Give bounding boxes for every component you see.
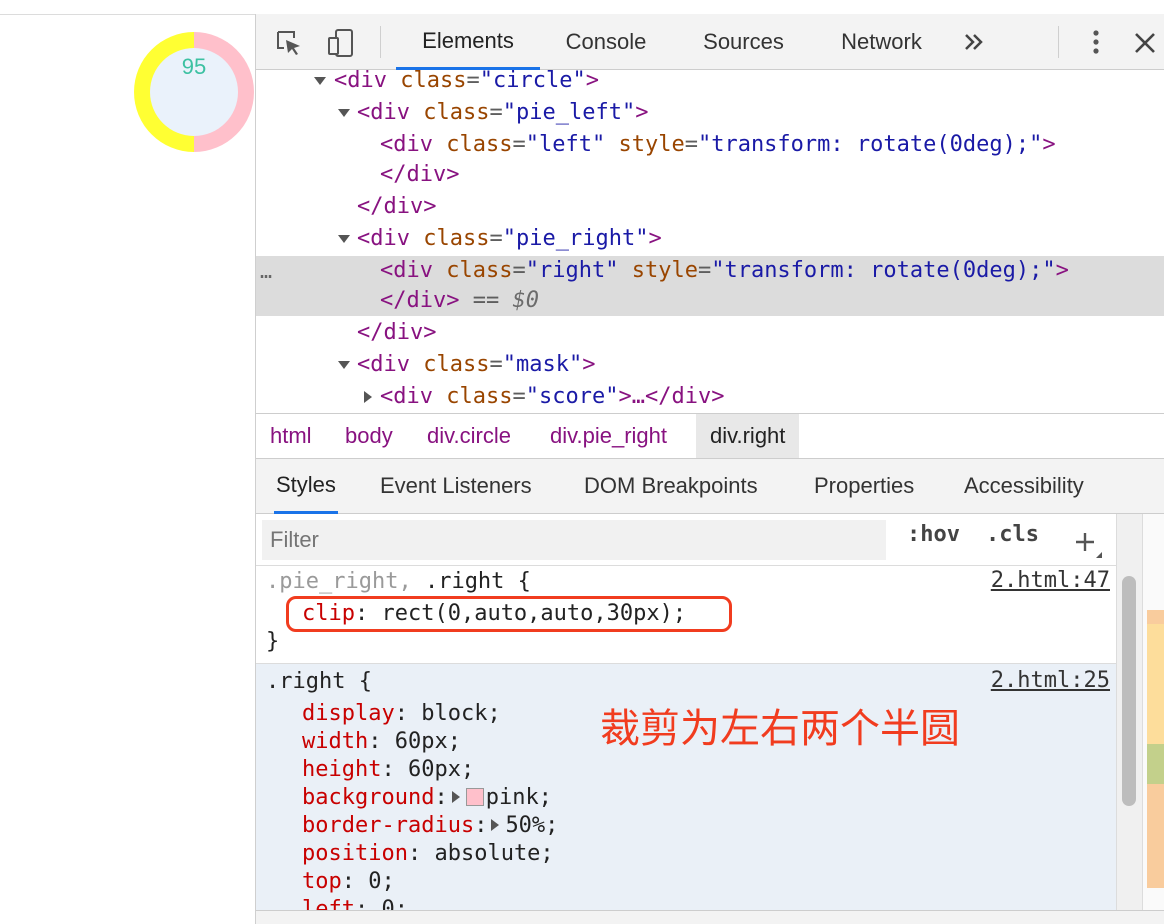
padding-box-edge bbox=[1147, 744, 1164, 784]
scrollbar-thumb[interactable] bbox=[1122, 576, 1136, 806]
cls-toggle-button[interactable]: .cls bbox=[986, 522, 1039, 547]
preview-top-divider bbox=[0, 14, 255, 15]
margin-box-edge bbox=[1147, 610, 1164, 624]
filter-toolbar: :hov .cls bbox=[256, 514, 1116, 566]
close-icon[interactable] bbox=[1130, 28, 1160, 58]
tree-node-left[interactable]: <div class="left" style="transform: rota… bbox=[256, 130, 1164, 160]
border-box-edge bbox=[1147, 624, 1164, 744]
breadcrumb-body[interactable]: body bbox=[345, 414, 393, 458]
rule-source-link[interactable]: 2.html:47 bbox=[991, 568, 1110, 593]
pie-mask: 95 bbox=[150, 48, 238, 136]
declaration-height[interactable]: height: 60px; bbox=[302, 756, 474, 784]
expanded-arrow-icon[interactable] bbox=[336, 231, 352, 247]
rule-close-brace: } bbox=[266, 629, 280, 654]
dom-tree[interactable]: <div class="circle"> <div class="pie_lef… bbox=[256, 70, 1164, 413]
tree-close-tag[interactable]: </div> bbox=[256, 318, 1164, 348]
styles-scrollbar[interactable] bbox=[1116, 514, 1142, 924]
tree-node-right-selected[interactable]: … <div class="right" style="transform: r… bbox=[256, 256, 1164, 316]
tab-styles[interactable]: Styles bbox=[274, 459, 338, 514]
tab-dom-breakpoints[interactable]: DOM Breakpoints bbox=[584, 459, 758, 514]
breadcrumb: html body div.circle div.pie_right div.r… bbox=[256, 413, 1164, 459]
rule-selector[interactable]: .right { bbox=[266, 668, 372, 696]
page-preview: 95 bbox=[0, 0, 255, 924]
collapsed-arrow-icon[interactable] bbox=[360, 389, 376, 405]
declaration-background[interactable]: background: pink; bbox=[302, 784, 552, 812]
tree-node-pie-left[interactable]: <div class="pie_left"> bbox=[256, 98, 1164, 128]
breadcrumb-div-pie-right[interactable]: div.pie_right bbox=[550, 414, 667, 458]
style-rule-pie-right-clip: .pie_right, .right { 2.html:47 clip: rec… bbox=[256, 566, 1116, 664]
tree-close-tag[interactable]: </div> bbox=[256, 160, 1164, 190]
sidebar-tabs: Styles Event Listeners DOM Breakpoints P… bbox=[256, 459, 1164, 514]
device-toolbar-icon[interactable] bbox=[326, 28, 356, 58]
rule-selector[interactable]: .pie_right, .right { bbox=[266, 568, 531, 596]
computed-panel-edge bbox=[1142, 514, 1164, 924]
tab-event-listeners[interactable]: Event Listeners bbox=[380, 459, 532, 514]
tree-node-circle[interactable]: <div class="circle"> bbox=[256, 70, 1164, 96]
hov-toggle-button[interactable]: :hov bbox=[907, 522, 960, 547]
rule-source-link[interactable]: 2.html:25 bbox=[991, 668, 1110, 693]
breadcrumb-div-right[interactable]: div.right bbox=[696, 414, 800, 458]
expand-shorthand-icon[interactable] bbox=[451, 791, 460, 803]
inspect-element-icon[interactable] bbox=[274, 28, 304, 58]
toolbar-divider bbox=[380, 26, 381, 58]
expanded-arrow-icon[interactable] bbox=[336, 105, 352, 121]
tab-sources[interactable]: Sources bbox=[681, 14, 806, 70]
color-swatch[interactable] bbox=[465, 788, 484, 806]
tree-close-tag[interactable]: </div> bbox=[256, 192, 1164, 222]
filter-input[interactable] bbox=[262, 520, 886, 560]
new-style-rule-icon[interactable] bbox=[1068, 524, 1104, 560]
declaration-top[interactable]: top: 0; bbox=[302, 868, 395, 896]
node-actions-ellipsis[interactable]: … bbox=[260, 256, 272, 286]
tab-network[interactable]: Network bbox=[819, 14, 944, 70]
margin-box-edge bbox=[1147, 784, 1164, 888]
expanded-arrow-icon[interactable] bbox=[336, 357, 352, 373]
expanded-arrow-icon[interactable] bbox=[312, 73, 328, 89]
annotation-text: 裁剪为左右两个半圆 bbox=[600, 706, 960, 752]
tree-node-score[interactable]: <div class="score">…</div> bbox=[256, 382, 1164, 412]
breadcrumb-html[interactable]: html bbox=[270, 414, 312, 458]
declaration-clip[interactable]: clip: rect(0,auto,auto,30px); bbox=[302, 600, 686, 628]
tab-accessibility[interactable]: Accessibility bbox=[964, 459, 1084, 514]
kebab-menu-icon[interactable] bbox=[1084, 27, 1108, 57]
tab-console[interactable]: Console bbox=[546, 14, 666, 70]
declaration-width[interactable]: width: 60px; bbox=[302, 728, 461, 756]
toolbar-divider bbox=[1058, 26, 1059, 58]
devtools-main-toolbar: Elements Console Sources Network bbox=[256, 14, 1164, 70]
expand-shorthand-icon[interactable] bbox=[491, 819, 500, 831]
bottom-panel-edge bbox=[256, 910, 1164, 924]
tab-elements[interactable]: Elements bbox=[396, 14, 540, 70]
breadcrumb-div-circle[interactable]: div.circle bbox=[427, 414, 511, 458]
score-value: 95 bbox=[181, 54, 207, 79]
declaration-border-radius[interactable]: border-radius: 50%; bbox=[302, 812, 558, 840]
declaration-position[interactable]: position: absolute; bbox=[302, 840, 554, 868]
declaration-display[interactable]: display: block; bbox=[302, 700, 501, 728]
tree-node-mask[interactable]: <div class="mask"> bbox=[256, 350, 1164, 380]
more-tabs-icon[interactable] bbox=[959, 27, 989, 57]
style-rule-right: .right { 2.html:25 裁剪为左右两个半圆 display: bl… bbox=[256, 664, 1116, 924]
styles-pane: :hov .cls .pie_right, .right { 2.html:47… bbox=[256, 514, 1116, 924]
devtools-panel: Elements Console Sources Network <div cl… bbox=[255, 14, 1164, 924]
tree-node-pie-right[interactable]: <div class="pie_right"> bbox=[256, 224, 1164, 254]
tab-properties[interactable]: Properties bbox=[814, 459, 914, 514]
